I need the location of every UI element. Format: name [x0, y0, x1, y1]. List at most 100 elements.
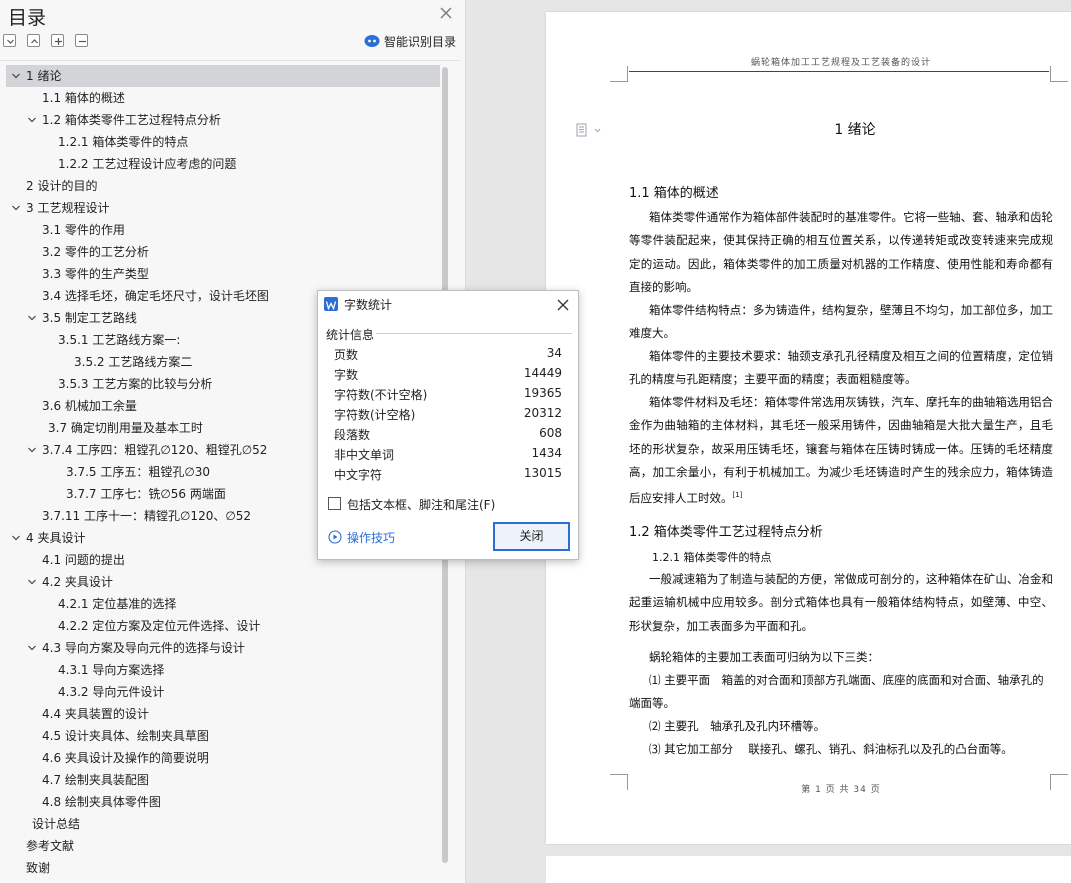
add-heading-button[interactable]	[51, 34, 64, 47]
toc-item[interactable]: 参考文献	[6, 835, 440, 857]
chevron-down-icon[interactable]	[26, 571, 38, 593]
toc-item[interactable]: 3 工艺规程设计	[6, 197, 440, 219]
stat-label: 中文字符	[334, 468, 383, 482]
toc-item-label: 2 设计的目的	[26, 179, 98, 193]
document-page-next	[546, 856, 1071, 883]
toc-item[interactable]: 4.2.1 定位基准的选择	[6, 593, 440, 615]
toc-item[interactable]: 4.6 夹具设计及操作的简要说明	[6, 747, 440, 769]
chevron-down-icon[interactable]	[10, 197, 22, 219]
play-circle-icon	[328, 530, 342, 544]
list-item: ⑴ 主要平面 箱盖的对合面和顶部方孔端面、底座的底面和对合面、轴承孔的端面等。	[629, 673, 1044, 711]
stat-label: 字符数(计空格)	[334, 408, 416, 422]
toc-item[interactable]: 4.2.2 定位方案及定位元件选择、设计	[6, 615, 440, 637]
toc-item-label: 3.7.5 工序五：粗镗孔∅30	[66, 465, 211, 479]
dialog-title: 字数统计	[344, 298, 393, 312]
toc-item-label: 4.3.1 导向方案选择	[58, 663, 165, 677]
remove-heading-button[interactable]	[75, 34, 88, 47]
toc-item[interactable]: 1.2 箱体类零件工艺过程特点分析	[6, 109, 440, 131]
toc-item[interactable]: 1.2.2 工艺过程设计应考虑的问题	[6, 153, 440, 175]
toc-item-label: 1.2 箱体类零件工艺过程特点分析	[42, 113, 221, 127]
expand-up-button[interactable]	[27, 34, 40, 47]
toc-item[interactable]: 致谢	[6, 857, 440, 875]
toc-item-label: 3.5.3 工艺方案的比较与分析	[58, 377, 213, 391]
toc-item[interactable]: 1.1 箱体的概述	[6, 87, 440, 109]
toc-item-label: 致谢	[26, 861, 51, 875]
toc-item-label: 3.7.11 工序十一：精镗孔∅120、∅52	[42, 509, 252, 523]
toc-item[interactable]: 2 设计的目的	[6, 175, 440, 197]
toc-item-label: 3.3 零件的生产类型	[42, 267, 149, 281]
stat-row: 字符数(不计空格) 19365	[334, 386, 564, 406]
header-rule	[629, 71, 1049, 72]
toc-item-label: 4.7 绘制夹具装配图	[42, 773, 149, 787]
ai-robot-icon	[364, 35, 380, 47]
stat-row: 非中文单词 1434	[334, 446, 564, 466]
toc-item[interactable]: 1.2.1 箱体类零件的特点	[6, 131, 440, 153]
toc-item-label: 4.5 设计夹具体、绘制夹具草图	[42, 729, 209, 743]
subsection-heading: 1.2.1 箱体类零件的特点	[652, 551, 772, 564]
toc-item[interactable]: 3.2 零件的工艺分析	[6, 241, 440, 263]
chevron-down-icon[interactable]	[10, 527, 22, 549]
tips-label: 操作技巧	[347, 530, 396, 545]
chevron-down-icon[interactable]	[26, 637, 38, 659]
toc-item[interactable]: 4.3.1 导向方案选择	[6, 659, 440, 681]
page-footer: 第 1 页 共 34 页	[801, 785, 881, 795]
divider	[376, 333, 572, 334]
close-icon[interactable]	[556, 297, 570, 311]
toc-item[interactable]: 设计总结	[6, 813, 440, 835]
stat-label: 字符数(不计空格)	[334, 388, 428, 402]
collapse-all-button[interactable]	[3, 34, 16, 47]
toc-item[interactable]: 4.8 绘制夹具体零件图	[6, 791, 440, 813]
paragraph: 箱体类零件通常作为箱体部件装配时的基准零件。它将一些轴、套、轴承和齿轮等零件装配…	[629, 210, 1053, 294]
stat-label: 字数	[334, 368, 359, 382]
chevron-down-icon[interactable]	[26, 109, 38, 131]
stats-section-label: 统计信息	[326, 328, 375, 342]
stat-value: 1434	[531, 446, 562, 460]
paragraph: 箱体零件材料及毛坯：箱体零件常选用灰铸铁，汽车、摩托车的曲轴箱选用铝合金作为曲轴…	[629, 391, 1053, 510]
close-button[interactable]: 关闭	[493, 522, 570, 551]
chapter-title: 1 绪论	[834, 122, 876, 138]
close-icon[interactable]	[438, 5, 454, 21]
chevron-down-icon[interactable]	[26, 439, 38, 461]
divider	[0, 60, 460, 61]
chevron-down-icon[interactable]	[26, 307, 38, 329]
chevron-down-icon[interactable]	[10, 65, 22, 87]
paragraph-text: 箱体零件材料及毛坯：箱体零件常选用灰铸铁，汽车、摩托车的曲轴箱选用铝合金作为曲轴…	[629, 395, 1053, 506]
include-textbox-checkbox[interactable]	[328, 497, 341, 510]
stat-label: 非中文单词	[334, 448, 395, 462]
stat-row: 字数 14449	[334, 366, 564, 386]
stat-row: 页数 34	[334, 346, 564, 366]
toc-item[interactable]: 3.1 零件的作用	[6, 219, 440, 241]
toc-panel-title: 目录	[8, 7, 47, 29]
toc-item[interactable]: 4.7 绘制夹具装配图	[6, 769, 440, 791]
paragraph: 箱体零件的主要技术要求：轴颈支承孔孔径精度及相互之间的位置精度，定位销孔的精度与…	[629, 349, 1053, 387]
citation-ref[interactable]: [1]	[733, 491, 743, 499]
section-heading: 1.1 箱体的概述	[629, 186, 719, 201]
toc-item-label: 3.4 选择毛坯，确定毛坯尺寸，设计毛坯图	[42, 289, 269, 303]
tips-link[interactable]: 操作技巧	[328, 528, 395, 546]
stat-value: 608	[539, 426, 562, 440]
toc-item[interactable]: 1 绪论	[6, 65, 440, 87]
app-logo-icon	[324, 297, 338, 311]
toc-item-label: 1.1 箱体的概述	[42, 91, 125, 105]
crop-mark	[1050, 66, 1068, 82]
toc-item-label: 3.5.1 工艺路线方案一:	[58, 333, 181, 347]
toc-item-label: 参考文献	[26, 839, 75, 853]
toc-item-label: 4.8 绘制夹具体零件图	[42, 795, 161, 809]
toc-item[interactable]: 4.3 导向方案及导向元件的选择与设计	[6, 637, 440, 659]
toc-item[interactable]: 4.2 夹具设计	[6, 571, 440, 593]
paragraph: 箱体零件结构特点：多为铸造件，结构复杂，壁薄且不均匀，加工部位多，加工难度大。	[629, 303, 1053, 341]
crop-mark	[610, 774, 628, 790]
toc-item[interactable]: 4.5 设计夹具体、绘制夹具草图	[6, 725, 440, 747]
toc-item[interactable]: 4.4 夹具装置的设计	[6, 703, 440, 725]
toc-item[interactable]: 4.3.2 导向元件设计	[6, 681, 440, 703]
toc-item-label: 4.1 问题的提出	[42, 553, 125, 567]
document-page: 蜗轮箱体加工工艺规程及工艺装备的设计 1 绪论 1.1 箱体的概述 箱体类零件通…	[546, 12, 1071, 844]
toc-item[interactable]: 3.3 零件的生产类型	[6, 263, 440, 285]
toc-item-label: 4.3 导向方案及导向元件的选择与设计	[42, 641, 245, 655]
list-item: ⑶ 其它加工部分 联接孔、螺孔、销孔、斜油标孔以及孔的凸台面等。	[649, 742, 1013, 756]
toc-item-label: 3.5.2 工艺路线方案二	[74, 355, 193, 369]
toc-item-label: 设计总结	[32, 817, 81, 831]
list-item: ⑵ 主要孔 轴承孔及孔内环槽等。	[649, 719, 826, 733]
stat-row: 中文字符 13015	[334, 466, 564, 486]
smart-toc-button[interactable]: 智能识别目录	[364, 32, 456, 50]
